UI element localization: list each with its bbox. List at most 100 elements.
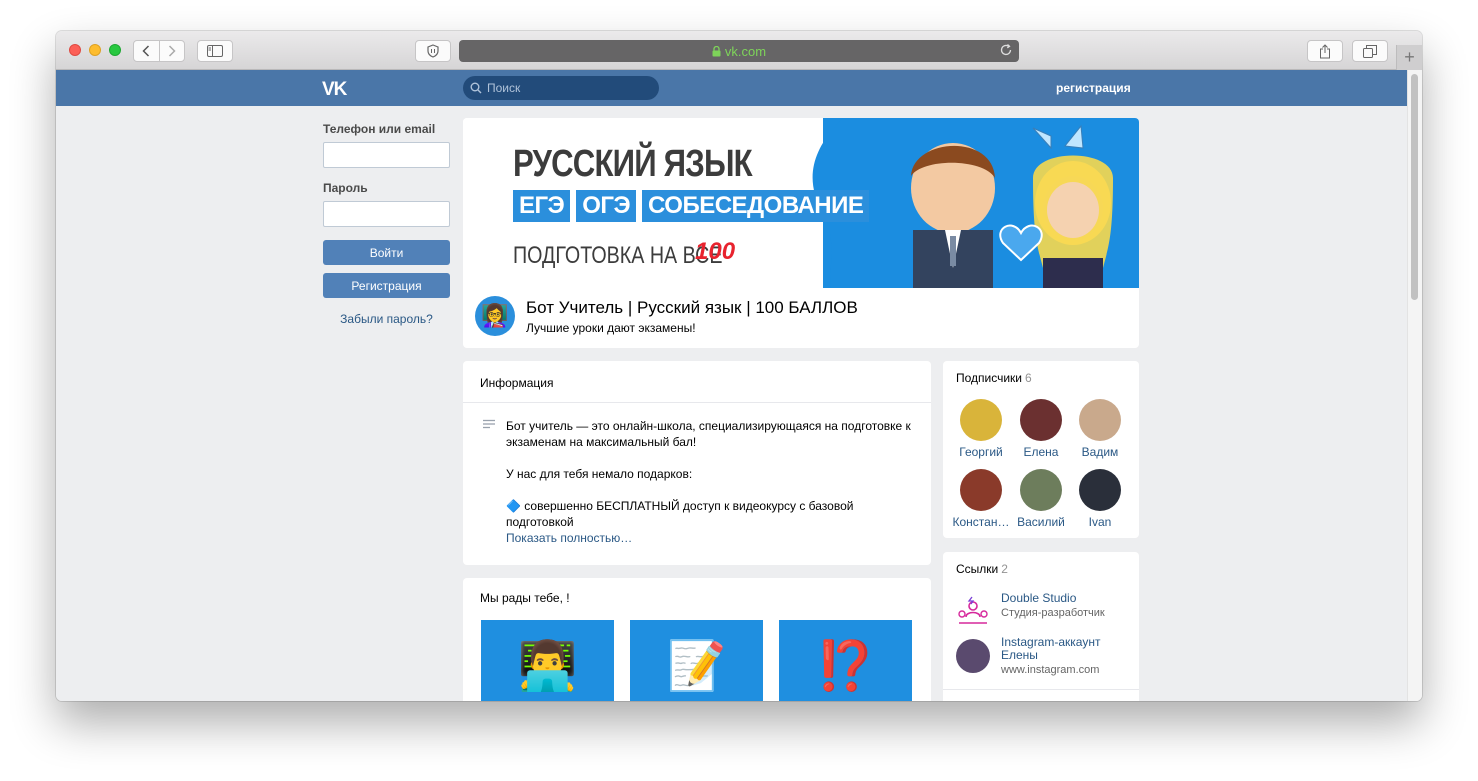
avatar	[960, 399, 1002, 441]
minimize-window-button[interactable]	[89, 44, 101, 56]
lock-icon	[712, 45, 721, 56]
subscriber-item[interactable]: Георгий	[951, 399, 1011, 459]
text-lines-icon	[483, 419, 495, 429]
welcome-tile[interactable]: ⁉️	[779, 620, 912, 701]
register-button[interactable]: Регистрация	[323, 273, 450, 298]
welcome-tile[interactable]: 📝	[630, 620, 763, 701]
forgot-password-link[interactable]: Забыли пароль?	[323, 312, 450, 326]
subscriber-name: Елена	[1023, 445, 1059, 459]
shield-icon	[427, 44, 439, 58]
subscriber-name: Вадим	[1081, 445, 1119, 459]
welcome-card: Мы рады тебе, ! 👨‍💻 📝 ⁉️	[463, 578, 931, 701]
avatar	[1020, 399, 1062, 441]
info-heading: Информация	[463, 361, 931, 403]
links-card: Ссылки 2 Double Studio Студия-разработчик	[943, 552, 1139, 701]
cover-title: РУССКИЙ ЯЗЫК	[513, 143, 753, 185]
close-window-button[interactable]	[69, 44, 81, 56]
info-paragraph: Бот учитель — это онлайн-школа, специали…	[506, 419, 911, 449]
avatar	[1079, 469, 1121, 511]
subscriber-name: Василий	[1017, 515, 1065, 529]
forward-button[interactable]	[160, 41, 185, 61]
subscribers-count: 6	[1025, 371, 1032, 385]
phone-label: Телефон или email	[323, 122, 436, 136]
url-text: vk.com	[724, 43, 767, 59]
sidebar-icon	[207, 45, 223, 57]
links-title: Ссылки	[956, 562, 999, 576]
people-network-icon	[958, 596, 988, 624]
vk-header: VK Поиск регистрация	[56, 70, 1407, 106]
links-count: 2	[1001, 562, 1008, 576]
phone-field[interactable]	[323, 142, 450, 168]
cover-illustration	[911, 124, 1113, 288]
subscriber-name: Констан…	[952, 515, 1010, 529]
show-more-link[interactable]: Показать полностью…	[506, 530, 916, 546]
info-paragraph: У нас для тебя немало подарков:	[506, 467, 693, 481]
show-tabs-button[interactable]	[1352, 40, 1388, 62]
group-status: Лучшие уроки дают экзамены!	[526, 321, 696, 335]
welcome-heading: Мы рады тебе, !	[480, 591, 570, 605]
avatar	[960, 469, 1002, 511]
info-paragraph: 🔷 совершенно БЕСПЛАТНЫЙ доступ к видеоку…	[506, 499, 854, 529]
subscribers-title: Подписчики	[956, 371, 1023, 385]
share-icon	[1320, 43, 1330, 58]
login-button[interactable]: Войти	[323, 240, 450, 265]
header-register-link[interactable]: регистрация	[1056, 81, 1131, 95]
navigation-buttons	[133, 40, 185, 62]
browser-window: vk.com + VK Поиск регистрация Телефон ил…	[56, 31, 1422, 701]
search-icon	[470, 82, 482, 94]
group-cover-card: РУССКИЙ ЯЗЫК ЕГЭ ОГЭ СОБЕСЕДОВАНИЕ ПОДГО…	[463, 118, 1139, 348]
cover-tag: ЕГЭ	[513, 190, 571, 222]
welcome-tile[interactable]: 👨‍💻	[481, 620, 614, 701]
group-name: Бот Учитель | Русский язык | 100 БАЛЛОВ	[526, 298, 858, 317]
avatar	[1079, 399, 1121, 441]
sidebar-toggle-button[interactable]	[197, 40, 233, 62]
subscriber-item[interactable]: Елена	[1011, 399, 1071, 459]
subscribers-card: Подписчики 6 Георгий Елена Вадим Констан……	[943, 361, 1139, 538]
subscriber-item[interactable]: Ivan	[1070, 469, 1130, 529]
search-placeholder: Поиск	[487, 81, 521, 95]
subscriber-item[interactable]: Василий	[1011, 469, 1071, 529]
subscriber-name: Георгий	[959, 445, 1003, 459]
chevron-left-icon	[142, 45, 150, 57]
back-button[interactable]	[134, 41, 159, 61]
cover-image: РУССКИЙ ЯЗЫК ЕГЭ ОГЭ СОБЕСЕДОВАНИЕ ПОДГО…	[463, 118, 1139, 288]
page-viewport: VK Поиск регистрация Телефон или email П…	[56, 70, 1422, 701]
link-desc: Студия-разработчик	[1001, 607, 1105, 619]
divider	[943, 689, 1139, 690]
new-tab-button[interactable]: +	[1396, 45, 1422, 70]
reload-icon[interactable]	[999, 43, 1013, 57]
cover-tags: ЕГЭ ОГЭ СОБЕСЕДОВАНИЕ	[513, 190, 870, 222]
password-field[interactable]	[323, 201, 450, 227]
zoom-window-button[interactable]	[109, 44, 121, 56]
password-label: Пароль	[323, 181, 368, 195]
vk-logo[interactable]: VK	[322, 79, 347, 101]
link-title: Instagram-аккаунт Елены	[1001, 635, 1101, 662]
link-text: Double Studio Студия-разработчик	[1001, 592, 1131, 620]
browser-toolbar: vk.com +	[56, 31, 1422, 70]
login-form: Телефон или email Пароль Войти Регистрац…	[323, 122, 450, 326]
link-text: Instagram-аккаунт Елены www.instagram.co…	[1001, 636, 1131, 677]
group-avatar[interactable]: 👩‍🏫	[475, 296, 515, 336]
privacy-report-button[interactable]	[415, 40, 451, 62]
cover-subtitle: ПОДГОТОВКА НА ВСЕ	[513, 242, 723, 269]
cover-tag: СОБЕСЕДОВАНИЕ	[642, 190, 870, 222]
info-text: Бот учитель — это онлайн-школа, специали…	[506, 418, 916, 546]
avatar	[1020, 469, 1062, 511]
subscriber-item[interactable]: Вадим	[1070, 399, 1130, 459]
cover-score: 100	[695, 238, 736, 265]
share-button[interactable]	[1307, 40, 1343, 62]
tabs-icon	[1363, 44, 1377, 58]
subscriber-name: Ivan	[1088, 515, 1112, 529]
cover-tag: ОГЭ	[576, 190, 637, 222]
address-bar[interactable]: vk.com	[459, 40, 1019, 62]
chevron-right-icon	[168, 45, 176, 57]
avatar	[956, 639, 990, 673]
subscriber-item[interactable]: Констан…	[951, 469, 1011, 529]
subscribers-heading[interactable]: Подписчики 6	[956, 371, 1032, 385]
scrollbar[interactable]	[1407, 70, 1422, 701]
links-heading[interactable]: Ссылки 2	[956, 562, 1008, 576]
search-input[interactable]: Поиск	[463, 76, 659, 100]
scrollbar-thumb[interactable]	[1411, 74, 1418, 300]
link-title: Double Studio	[1001, 591, 1077, 605]
info-card: Информация Бот учитель — это онлайн-школ…	[463, 361, 931, 565]
